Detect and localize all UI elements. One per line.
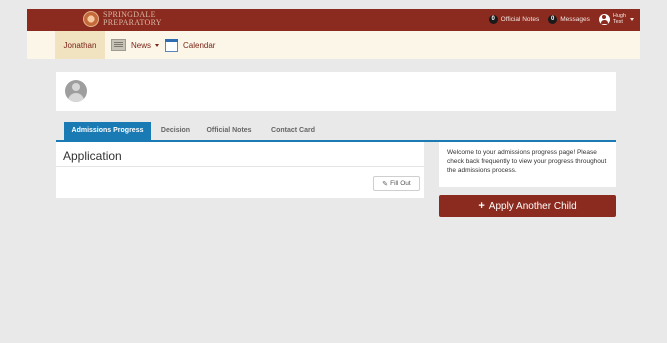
top-right-menu: 0 Official Notes 0 Messages Hugh Test [488, 13, 634, 25]
tab-decision[interactable]: Decision [155, 122, 196, 140]
calendar-icon [165, 38, 178, 52]
chevron-down-icon [155, 43, 160, 47]
newspaper-icon [111, 39, 126, 51]
school-seal-icon [83, 11, 99, 27]
top-navbar: SPRINGDALE PREPARATORY 0 Official Notes … [27, 9, 640, 31]
official-notes-link[interactable]: Official Notes [501, 16, 540, 23]
student-tab-jonathan[interactable]: Jonathan [55, 31, 105, 59]
tab-admissions-progress[interactable]: Admissions Progress [64, 122, 151, 140]
sub-navigation: Jonathan News Calendar [27, 31, 640, 59]
user-last-name: Test [612, 19, 623, 25]
student-name: Jonathan [63, 40, 97, 50]
tab-official-notes[interactable]: Official Notes [200, 122, 258, 140]
news-label: News [131, 40, 152, 50]
user-icon[interactable] [598, 13, 610, 25]
plus-icon: + [478, 200, 485, 212]
tab-contact-card[interactable]: Contact Card [263, 122, 323, 140]
progress-tabs: Admissions Progress Decision Official No… [56, 122, 616, 142]
divider [56, 166, 424, 167]
news-menu[interactable]: News [111, 31, 160, 59]
brand-logo[interactable]: SPRINGDALE PREPARATORY [83, 11, 162, 27]
student-profile-card [56, 72, 616, 111]
application-title: Application [63, 149, 122, 163]
brand-name: SPRINGDALE PREPARATORY [103, 11, 162, 27]
messages-count-badge[interactable]: 0 [548, 14, 558, 24]
messages-link[interactable]: Messages [560, 16, 590, 23]
apply-another-child-button[interactable]: + Apply Another Child [439, 195, 616, 217]
calendar-link[interactable]: Calendar [165, 31, 215, 59]
fill-out-button[interactable]: ✎ Fill Out [373, 176, 420, 191]
brand-line-2: PREPARATORY [103, 18, 162, 27]
official-notes-count-badge[interactable]: 0 [488, 14, 498, 24]
welcome-message: Welcome to your admissions progress page… [447, 149, 607, 174]
application-panel: Application ✎ Fill Out [56, 142, 424, 198]
chevron-down-icon[interactable] [630, 17, 634, 21]
fill-out-label: Fill Out [390, 180, 411, 187]
apply-label: Apply Another Child [488, 200, 577, 212]
calendar-label: Calendar [183, 40, 216, 50]
avatar [65, 80, 87, 102]
edit-icon: ✎ [382, 180, 389, 188]
welcome-message-box: Welcome to your admissions progress page… [439, 142, 616, 187]
user-menu[interactable]: Hugh Test [613, 13, 626, 25]
